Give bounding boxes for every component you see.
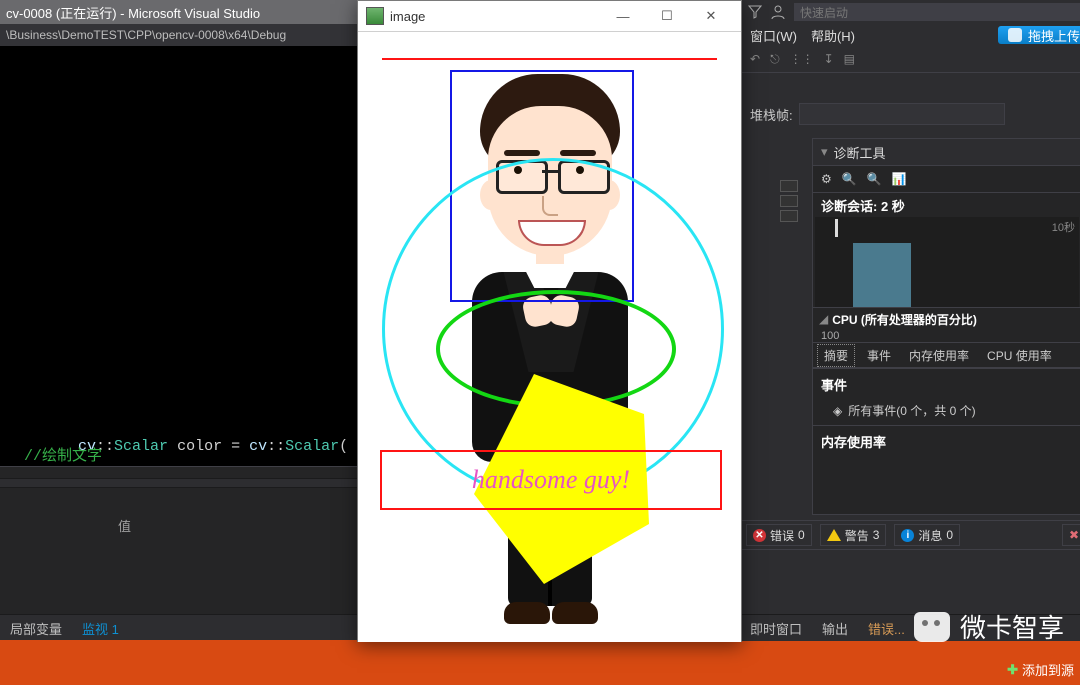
opencv-image-window[interactable]: image — ☐ ✕ — [357, 0, 742, 642]
cloud-icon — [1008, 28, 1022, 42]
code-editor[interactable]: cv::Scalar color = cv::Scalar( //绘制文字 — [0, 46, 357, 466]
diag-tab-cpu[interactable]: CPU 使用率 — [981, 345, 1058, 366]
diag-tab-summary[interactable]: 摘要 — [817, 344, 855, 367]
stack-frame-row: 堆栈帧: — [740, 100, 1080, 128]
brand-text: 微卡智享 — [960, 608, 1064, 645]
overlay-text: handsome guy! — [472, 465, 630, 495]
diag-session-label: 诊断会话: 2 秒 — [813, 193, 1080, 217]
warning-icon — [827, 529, 841, 541]
triangle-icon: ◢ — [819, 312, 828, 326]
tok-type: Scalar — [285, 438, 339, 455]
top-toolbar-right: 快速启动 — [740, 0, 1080, 24]
wechat-icon — [914, 612, 950, 642]
menu-window[interactable]: 窗口(W) — [750, 26, 797, 45]
errors-label: 错误 — [770, 527, 794, 544]
errors-pill[interactable]: ✕ 错误 0 — [746, 524, 812, 546]
menu-help[interactable]: 帮助(H) — [811, 26, 855, 45]
tok: color = — [168, 438, 249, 455]
diag-title-text: 诊断工具 — [834, 143, 886, 162]
diamond-icon: ◈ — [833, 404, 842, 418]
timeline-tick: 10秒 — [1052, 219, 1075, 235]
image-canvas: handsome guy! — [358, 32, 741, 642]
editor-minimap-strip — [740, 130, 810, 510]
diag-tab-events[interactable]: 事件 — [861, 345, 897, 366]
tab-watch1[interactable]: 监视 1 — [72, 615, 129, 642]
image-window-title: image — [390, 9, 425, 24]
add-to-source[interactable]: ✚ 添加到源 — [1007, 660, 1074, 679]
toolbar-glyph[interactable]: ▤ — [844, 52, 855, 66]
zoom-out-icon[interactable]: 🔍 — [867, 172, 882, 186]
stack-frame-label: 堆栈帧: — [750, 105, 793, 124]
quick-launch-placeholder: 快速启动 — [800, 4, 848, 21]
person-icon[interactable] — [770, 4, 786, 20]
menu-bar-right: 窗口(W) 帮助(H) 拖拽上传 — [740, 24, 1080, 46]
diagnostic-tools-panel: ▾ 诊断工具 ⚙ 🔍 🔍 📊 诊断会话: 2 秒 10秒 ◢ CPU (所有处理… — [812, 138, 1080, 515]
error-icon: ✕ — [753, 529, 766, 542]
clear-filter-button[interactable]: ✖ — [1062, 524, 1080, 546]
watermark-brand: 微卡智享 — [914, 608, 1064, 645]
cpu-label: CPU (所有处理器的百分比) — [832, 311, 977, 328]
errors-count: 0 — [798, 528, 805, 542]
diag-timeline-chart[interactable]: 10秒 — [815, 217, 1079, 307]
messages-label: 消息 — [918, 527, 942, 544]
toolbar-glyph[interactable]: ⎋ — [770, 52, 780, 67]
add-to-source-text: 添加到源 — [1022, 660, 1074, 679]
info-icon: i — [901, 529, 914, 542]
image-window-titlebar[interactable]: image — ☐ ✕ — [358, 1, 741, 32]
toolbar-glyph[interactable]: ↶ — [750, 52, 760, 66]
quick-launch-input[interactable]: 快速启动 — [794, 3, 1080, 21]
diag-events-row[interactable]: ◈ 所有事件(0 个，共 0 个) — [813, 400, 1080, 425]
tok: :: — [267, 438, 285, 455]
watch-col-value: 值 — [118, 516, 131, 535]
plus-icon: ✚ — [1007, 662, 1018, 678]
tok-ns: cv — [249, 438, 267, 455]
cloud-upload-label: 拖拽上传 — [1028, 26, 1080, 45]
filter-icon[interactable] — [748, 5, 762, 19]
vs-path-text: \Business\DemoTEST\CPP\opencv-0008\x64\D… — [6, 28, 286, 42]
toolbar-glyph[interactable]: ↧ — [824, 52, 834, 66]
diag-subtabs: 摘要 事件 内存使用率 CPU 使用率 — [813, 342, 1080, 368]
code-line-2: //绘制文字 — [24, 444, 102, 465]
tok: ( — [339, 438, 348, 455]
messages-pill[interactable]: i 消息 0 — [894, 524, 960, 546]
messages-count: 0 — [946, 528, 953, 542]
tab-output[interactable]: 输出 — [812, 615, 858, 642]
warnings-count: 3 — [873, 528, 880, 542]
diag-sec-events: 事件 — [813, 368, 1080, 400]
drawn-red-text-rect: handsome guy! — [380, 450, 722, 510]
diag-title[interactable]: ▾ 诊断工具 — [813, 139, 1080, 166]
debug-toolbar: ↶ ⎋ ⋮⋮ ↧ ▤ — [740, 46, 1080, 73]
chevron-down-icon: ▾ — [821, 144, 828, 160]
tab-locals[interactable]: 局部变量 — [0, 615, 72, 642]
app-icon — [366, 7, 384, 25]
close-button[interactable]: ✕ — [689, 2, 733, 30]
diag-toolbar: ⚙ 🔍 🔍 📊 — [813, 166, 1080, 193]
drawn-red-line — [382, 58, 717, 60]
zoom-in-icon[interactable]: 🔍 — [842, 172, 857, 186]
maximize-button[interactable]: ☐ — [645, 2, 689, 30]
cloud-upload-button[interactable]: 拖拽上传 — [998, 26, 1080, 44]
chart-icon[interactable]: 📊 — [892, 172, 907, 186]
toolbar-glyph[interactable]: ⋮⋮ — [790, 52, 814, 66]
minimize-button[interactable]: — — [601, 2, 645, 30]
warnings-pill[interactable]: 警告 3 — [820, 524, 887, 546]
tab-errorlist-right[interactable]: 错误... — [858, 615, 915, 642]
gear-icon[interactable]: ⚙ — [821, 172, 832, 186]
timeline-marker — [835, 219, 838, 237]
diag-sec-memory: 内存使用率 — [813, 425, 1080, 457]
timeline-bar — [853, 243, 911, 307]
stack-frame-input[interactable] — [799, 103, 1005, 125]
warnings-label: 警告 — [845, 527, 869, 544]
tab-immediate[interactable]: 即时窗口 — [740, 615, 812, 642]
error-list-bar: ✕ 错误 0 警告 3 i 消息 0 ✖ — [740, 520, 1080, 550]
diag-events-text: 所有事件(0 个，共 0 个) — [848, 402, 975, 419]
tok-type: Scalar — [114, 438, 168, 455]
diag-tab-memory[interactable]: 内存使用率 — [903, 345, 975, 366]
diag-cpu-row[interactable]: ◢ CPU (所有处理器的百分比) — [813, 307, 1080, 330]
cpu-value: 100 — [813, 330, 1080, 342]
vs-title-text: cv-0008 (正在运行) - Microsoft Visual Studio — [6, 3, 260, 22]
status-strip — [0, 640, 1080, 685]
